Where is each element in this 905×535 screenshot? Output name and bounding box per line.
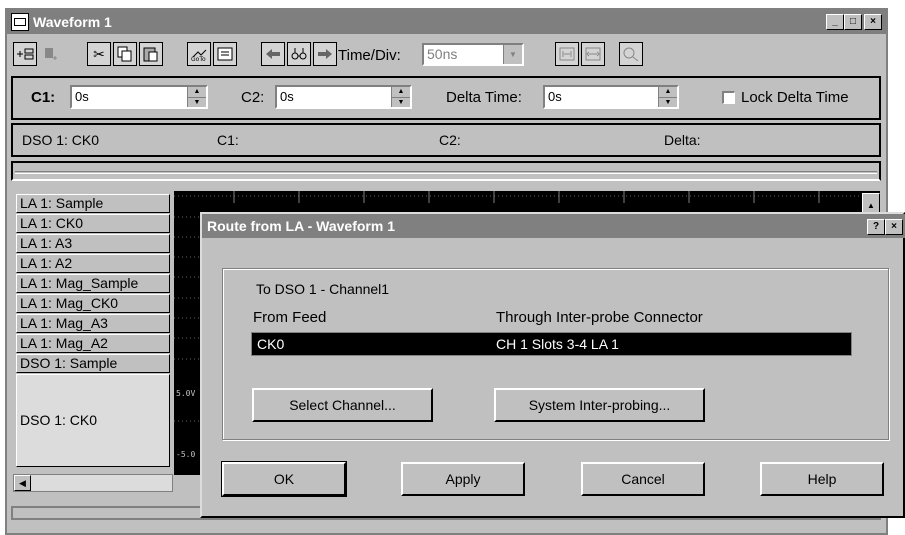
c1-field[interactable]: 0s ▲ ▼ [70,85,208,109]
channel-la1-ck0[interactable]: LA 1: CK0 [16,214,170,233]
paste-icon[interactable] [139,42,163,66]
select-channel-button[interactable]: Select Channel... [252,388,433,422]
minimize-button[interactable]: _ [826,14,844,30]
measure-panel: DSO 1: CK0 C1: C2: Delta: [11,123,881,157]
toolbar: ✂ GoTo Time/Div: 50ns ▼ [7,36,886,72]
channel-la1-mag-ck0[interactable]: LA 1: Mag_CK0 [16,294,170,313]
zoom-range-icon[interactable] [581,42,605,66]
lock-delta-checkbox[interactable] [722,91,735,104]
find-icon[interactable] [287,42,311,66]
copy-icon[interactable] [113,42,137,66]
lock-delta-label: Lock Delta Time [741,89,849,106]
timediv-value: 50ns [427,46,458,62]
c1-spinner[interactable]: ▲ ▼ [187,87,206,107]
forward-icon[interactable] [313,42,337,66]
window-titlebar[interactable]: Waveform 1 _ □ × [7,10,886,34]
cancel-button[interactable]: Cancel [581,462,705,496]
waveform-app-icon [11,13,29,31]
c1-value: 0s [75,89,89,104]
help-button[interactable]: Help [760,462,884,496]
chevron-down-icon[interactable]: ▼ [503,45,522,64]
channel-la1-sample[interactable]: LA 1: Sample [16,194,170,213]
delta-time-value: 0s [548,89,562,104]
row-through-connector: CH 1 Slots 3-4 LA 1 [496,336,619,352]
to-dso-label: To DSO 1 - Channel1 [256,281,390,297]
delta-spinner[interactable]: ▲ ▼ [658,87,677,107]
channel-la1-mag-a3[interactable]: LA 1: Mag_A3 [16,314,170,333]
measure-c2-label: C2: [439,132,461,148]
channel-la1-a3[interactable]: LA 1: A3 [16,234,170,253]
channel-la1-mag-a2[interactable]: LA 1: Mag_A2 [16,334,170,353]
zoom-icon[interactable] [619,42,643,66]
close-button[interactable]: × [864,14,882,30]
scroll-left-icon[interactable]: ◀ [14,475,31,491]
zoom-fit-icon[interactable] [555,42,579,66]
c2-spinner[interactable]: ▲ ▼ [391,87,410,107]
delta-time-field[interactable]: 0s ▲ ▼ [543,85,679,109]
axis-top-label: 5.0V [176,389,196,398]
ok-button[interactable]: OK [221,461,347,497]
measure-channel: DSO 1: CK0 [22,132,100,148]
channel-la1-a2[interactable]: LA 1: A2 [16,254,170,273]
c2-value: 0s [280,89,294,104]
channel-down-icon[interactable] [39,42,63,66]
goto-icon[interactable]: GoTo [187,42,211,66]
window-title: Waveform 1 [33,14,112,30]
routing-row[interactable]: CK0 CH 1 Slots 3-4 LA 1 [251,332,852,356]
c2-label: C2: [241,89,265,106]
dialog-close-icon[interactable]: × [885,219,903,235]
c1-label: C1: [31,89,56,106]
delta-time-label: Delta Time: [446,89,522,106]
apply-button[interactable]: Apply [401,462,525,496]
channel-dso1-sample[interactable]: DSO 1: Sample [16,354,170,373]
back-icon[interactable] [261,42,285,66]
timediv-label: Time/Div: [338,47,401,64]
c2-field[interactable]: 0s ▲ ▼ [275,85,412,109]
channel-dso1-ck0[interactable]: DSO 1: CK0 [16,374,170,467]
time-ruler[interactable] [11,161,881,181]
system-interprobing-button[interactable]: System Inter-probing... [494,388,705,422]
maximize-button[interactable]: □ [844,14,862,30]
properties-icon[interactable] [213,42,237,66]
timediv-select[interactable]: 50ns ▼ [422,43,524,66]
through-connector-header: Through Inter-probe Connector [496,309,703,326]
from-feed-header: From Feed [253,309,327,326]
channel-scrollbar[interactable]: ◀ [13,474,173,492]
measure-delta-label: Delta: [664,132,701,148]
dialog-titlebar[interactable]: Route from LA - Waveform 1 ? × [202,214,905,238]
channel-la1-mag-sample[interactable]: LA 1: Mag_Sample [16,274,170,293]
add-channel-icon[interactable] [13,42,37,66]
dialog-help-icon[interactable]: ? [867,219,885,235]
dialog-title: Route from LA - Waveform 1 [207,218,395,234]
cut-icon[interactable]: ✂ [87,42,111,66]
axis-bottom-label: -5.0 [176,450,196,459]
svg-text:GoTo: GoTo [191,56,206,62]
row-from-feed: CK0 [257,336,285,352]
cursor-panel: C1: 0s ▲ ▼ C2: 0s ▲ ▼ Delta Time: 0s ▲ ▼ Lo… [11,76,881,120]
measure-c1-label: C1: [217,132,239,148]
